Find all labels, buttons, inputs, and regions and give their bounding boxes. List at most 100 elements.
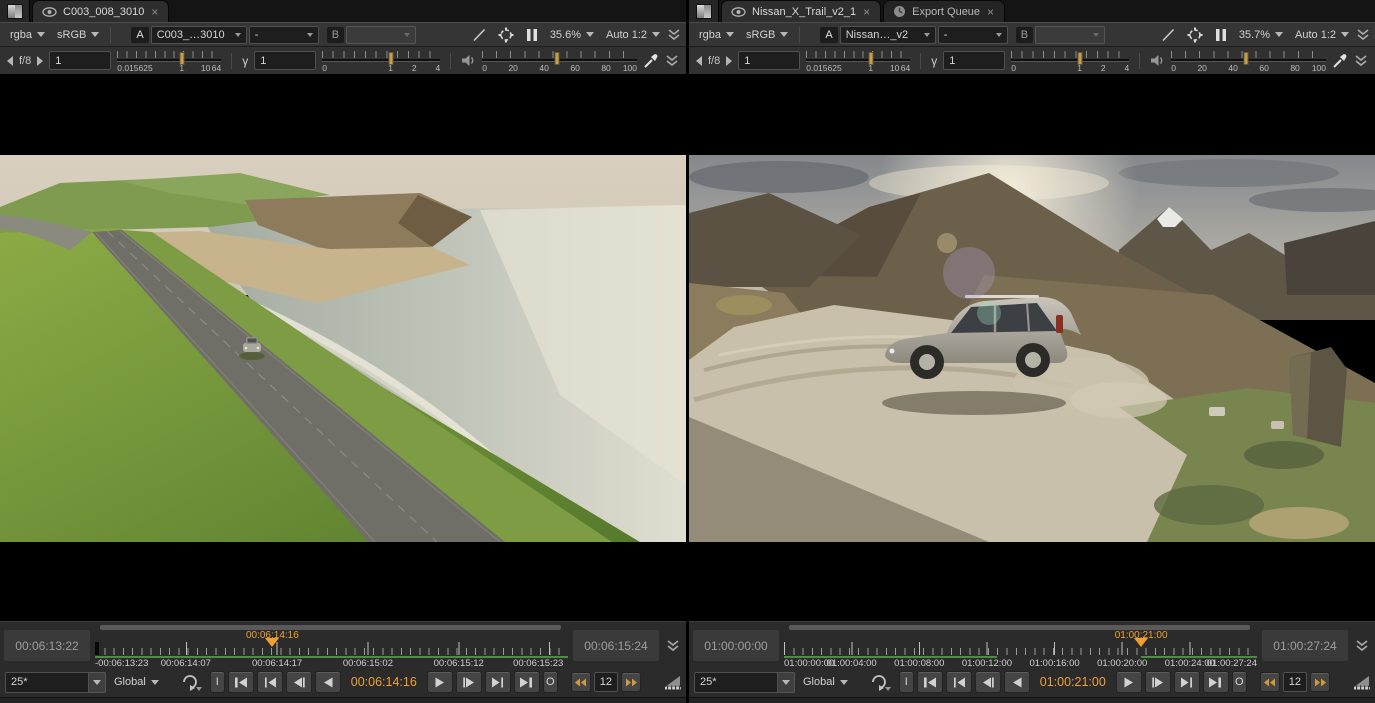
frame-increment-input[interactable]: 12: [1283, 672, 1307, 692]
flipbook-button[interactable]: [658, 672, 688, 692]
colorspace-combo[interactable]: sRGB: [52, 25, 104, 45]
frame-range-combo[interactable]: Global: [798, 672, 853, 692]
go-to-end-button[interactable]: [1203, 671, 1229, 693]
blend-mode-combo[interactable]: -: [938, 26, 1008, 44]
gamma-input[interactable]: 1: [943, 51, 1005, 70]
tab-viewer-nissan[interactable]: Nissan_X_Trail_v2_1 ×: [721, 0, 881, 22]
jump-back-button[interactable]: [571, 672, 591, 692]
current-frame-timecode[interactable]: 00:06:14:16: [344, 675, 424, 689]
zoom-level-combo[interactable]: 35.6%: [545, 25, 599, 45]
play-forward-button[interactable]: [1116, 671, 1142, 693]
roi-button[interactable]: [1182, 25, 1208, 45]
fstop-decrease-button[interactable]: [696, 56, 702, 66]
wipe-button[interactable]: [467, 25, 491, 45]
timeline-ruler[interactable]: 00:06:14:16 -00:06:13:23 00:06:14:07 00:…: [95, 624, 568, 667]
tab-viewer-c003[interactable]: C003_008_3010 ×: [32, 0, 169, 22]
step-back-button[interactable]: [975, 671, 1001, 693]
playback-mode-button[interactable]: [175, 672, 207, 692]
fstop-increase-button[interactable]: [37, 56, 43, 66]
flipbook-button[interactable]: [1347, 672, 1375, 692]
playhead-marker[interactable]: [1134, 638, 1148, 647]
collapse-toolbar-icon[interactable]: [665, 54, 679, 68]
volume-slider[interactable]: 0 20 40 60 80 100: [482, 48, 637, 74]
go-to-end-button[interactable]: [514, 671, 540, 693]
fstop-increase-button[interactable]: [726, 56, 732, 66]
fps-combo[interactable]: 25*: [694, 672, 795, 693]
volume-slider[interactable]: 0 20 40 60 80 100: [1171, 48, 1326, 74]
fstop-decrease-button[interactable]: [7, 56, 13, 66]
blend-mode-combo[interactable]: -: [249, 26, 319, 44]
collapse-toolbar-icon[interactable]: [1356, 28, 1370, 42]
step-back-button[interactable]: [286, 671, 312, 693]
roi-button[interactable]: [493, 25, 519, 45]
volume-icon[interactable]: [461, 54, 476, 67]
zoom-level-combo[interactable]: 35.7%: [1234, 25, 1288, 45]
channels-combo[interactable]: rgba: [5, 25, 50, 45]
gamma-slider[interactable]: 0 1 2 4: [1011, 48, 1129, 74]
gamma-slider[interactable]: 0 1 2 4: [322, 48, 440, 74]
collapse-timeline-icon[interactable]: [666, 639, 680, 653]
input-a-source[interactable]: C003_…3010: [151, 26, 247, 44]
eyedropper-icon[interactable]: [1332, 53, 1348, 69]
pause-button[interactable]: [1210, 25, 1232, 45]
tab-export-queue[interactable]: Export Queue ×: [883, 0, 1005, 22]
gain-input[interactable]: 1: [49, 51, 111, 70]
input-b-badge: B: [327, 27, 344, 43]
tab-close-icon[interactable]: ×: [986, 7, 995, 17]
collapse-timeline-icon[interactable]: [1355, 639, 1369, 653]
jump-forward-button[interactable]: [621, 672, 641, 692]
tab-close-icon[interactable]: ×: [862, 7, 871, 17]
wipe-button[interactable]: [1156, 25, 1180, 45]
next-keyframe-button[interactable]: [1174, 671, 1200, 693]
pane-menu-button[interactable]: [0, 0, 30, 22]
timeline-scrollbar[interactable]: [789, 625, 1250, 630]
playback-mode-button[interactable]: [864, 672, 896, 692]
fps-dropdown-button[interactable]: [778, 672, 795, 693]
input-b-source[interactable]: [1035, 26, 1105, 44]
set-out-point-button[interactable]: O: [1232, 671, 1247, 693]
set-in-point-button[interactable]: I: [899, 671, 914, 693]
fps-dropdown-button[interactable]: [89, 672, 106, 693]
frame-range-combo[interactable]: Global: [109, 672, 164, 692]
timeline-ruler[interactable]: 01:00:21:00 01:00:00:00 01:00:04:00 01:0…: [784, 624, 1257, 667]
colorspace-combo[interactable]: sRGB: [741, 25, 793, 45]
input-a-source[interactable]: Nissan…_v2: [840, 26, 936, 44]
set-out-point-button[interactable]: O: [543, 671, 558, 693]
go-to-start-button[interactable]: [228, 671, 254, 693]
step-forward-button[interactable]: [456, 671, 482, 693]
channels-combo[interactable]: rgba: [694, 25, 739, 45]
input-b-source[interactable]: [346, 26, 416, 44]
jump-forward-button[interactable]: [1310, 672, 1330, 692]
pane-menu-button[interactable]: [689, 0, 719, 22]
viewer-canvas-coastal[interactable]: [0, 74, 686, 621]
step-forward-button[interactable]: [1145, 671, 1171, 693]
next-keyframe-button[interactable]: [485, 671, 511, 693]
fps-combo[interactable]: 25*: [5, 672, 106, 693]
previous-keyframe-button[interactable]: [257, 671, 283, 693]
gain-slider[interactable]: 0.015625 1 10 64: [117, 48, 221, 74]
go-to-start-button[interactable]: [917, 671, 943, 693]
set-in-point-button[interactable]: I: [210, 671, 225, 693]
ruler-labels: 01:00:00:00 01:00:04:00 01:00:08:00 01:0…: [784, 658, 1257, 669]
gamma-input[interactable]: 1: [254, 51, 316, 70]
current-frame-timecode[interactable]: 01:00:21:00: [1033, 675, 1113, 689]
previous-keyframe-button[interactable]: [946, 671, 972, 693]
jump-back-button[interactable]: [1260, 672, 1280, 692]
play-forward-button[interactable]: [427, 671, 453, 693]
tab-close-icon[interactable]: ×: [150, 7, 159, 17]
playhead-marker[interactable]: [265, 638, 279, 647]
collapse-toolbar-icon[interactable]: [1354, 54, 1368, 68]
fit-mode-combo[interactable]: Auto 1:2: [601, 25, 665, 45]
viewer-canvas-suv[interactable]: [689, 74, 1375, 621]
fit-mode-combo[interactable]: Auto 1:2: [1290, 25, 1354, 45]
collapse-toolbar-icon[interactable]: [667, 28, 681, 42]
play-backward-button[interactable]: [1004, 671, 1030, 693]
gain-input[interactable]: 1: [738, 51, 800, 70]
gain-slider[interactable]: 0.015625 1 10 64: [806, 48, 910, 74]
pause-button[interactable]: [521, 25, 543, 45]
timeline-scrollbar[interactable]: [100, 625, 561, 630]
frame-increment-input[interactable]: 12: [594, 672, 618, 692]
play-backward-button[interactable]: [315, 671, 341, 693]
volume-icon[interactable]: [1150, 54, 1165, 67]
eyedropper-icon[interactable]: [643, 53, 659, 69]
